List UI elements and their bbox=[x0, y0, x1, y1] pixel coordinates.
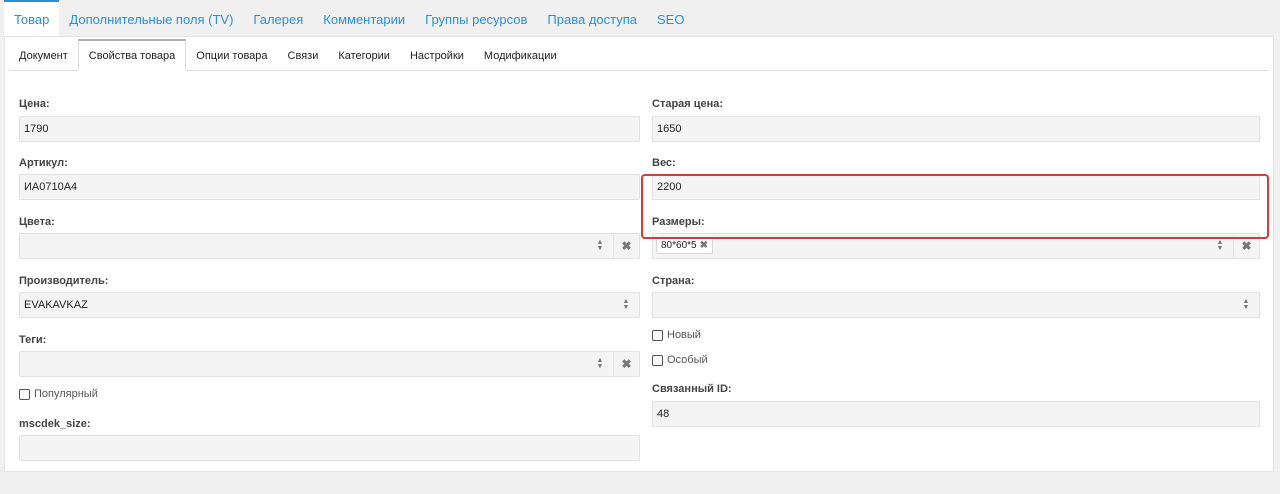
tags-dropdown-icon[interactable]: ▲ ▼ bbox=[589, 352, 611, 376]
price-label: Цена: bbox=[19, 98, 50, 110]
mscdek-size-label: mscdek_size: bbox=[19, 418, 91, 430]
popular-checkbox-row[interactable]: Популярный bbox=[19, 388, 98, 400]
tag-remove-icon[interactable]: ✖ bbox=[700, 240, 708, 251]
tab-resource-groups[interactable]: Группы ресурсов bbox=[415, 0, 537, 38]
special-label: Особый bbox=[667, 354, 708, 366]
tab-gallery[interactable]: Галерея bbox=[243, 0, 313, 38]
tab-access-rights[interactable]: Права доступа bbox=[537, 0, 647, 38]
arrow-down-icon: ▼ bbox=[1216, 245, 1224, 252]
colors-label: Цвета: bbox=[19, 216, 55, 228]
product-panel: Документ Свойства товара Опции товара Св… bbox=[4, 36, 1274, 472]
mscdek-size-input[interactable] bbox=[19, 435, 640, 461]
country-dropdown-icon[interactable]: ▲ ▼ bbox=[1235, 293, 1257, 317]
article-input[interactable]: ИА0710А4 bbox=[19, 174, 640, 200]
sub-tab-bar: Документ Свойства товара Опции товара Св… bbox=[9, 39, 567, 71]
size-tag-label: 80*60*5 bbox=[661, 240, 697, 251]
old-price-label: Старая цена: bbox=[652, 98, 724, 110]
tags-clear-icon[interactable]: ✖ bbox=[613, 352, 639, 376]
top-tab-bar: Товар Дополнительные поля (TV) Галерея К… bbox=[0, 0, 1280, 38]
special-checkbox[interactable] bbox=[652, 354, 663, 366]
subtab-modifications[interactable]: Модификации bbox=[473, 39, 567, 71]
tab-product[interactable]: Товар bbox=[4, 0, 60, 38]
country-select[interactable]: ▲ ▼ bbox=[652, 292, 1260, 318]
colors-clear-icon[interactable]: ✖ bbox=[613, 234, 639, 258]
special-checkbox-row[interactable]: Особый bbox=[652, 354, 708, 366]
old-price-input[interactable]: 1650 bbox=[652, 116, 1260, 142]
arrow-down-icon: ▼ bbox=[596, 363, 604, 370]
manufacturer-label: Производитель: bbox=[19, 275, 109, 287]
new-checkbox[interactable] bbox=[652, 329, 663, 341]
manufacturer-dropdown-icon[interactable]: ▲ ▼ bbox=[615, 293, 637, 317]
article-label: Артикул: bbox=[19, 157, 68, 169]
price-input[interactable]: 1790 bbox=[19, 116, 640, 142]
subtab-document[interactable]: Документ bbox=[9, 39, 78, 71]
tab-comments[interactable]: Комментарии bbox=[313, 0, 415, 38]
sizes-highlight-box bbox=[641, 174, 1269, 239]
subtab-categories[interactable]: Категории bbox=[328, 39, 400, 71]
subtab-product-properties[interactable]: Свойства товара bbox=[77, 39, 187, 71]
new-checkbox-row[interactable]: Новый bbox=[652, 329, 701, 341]
size-tag: 80*60*5 ✖ bbox=[656, 237, 713, 254]
colors-select[interactable]: ▲ ▼ ✖ bbox=[19, 233, 640, 259]
country-label: Страна: bbox=[652, 275, 695, 287]
tags-select[interactable]: ▲ ▼ ✖ bbox=[19, 351, 640, 377]
linked-id-input[interactable]: 48 bbox=[652, 401, 1260, 427]
subtab-settings[interactable]: Настройки bbox=[399, 39, 474, 71]
tab-tv-fields[interactable]: Дополнительные поля (TV) bbox=[59, 0, 243, 38]
tab-seo[interactable]: SEO bbox=[647, 0, 694, 38]
popular-label: Популярный bbox=[34, 388, 98, 400]
manufacturer-value: EVAKAVKAZ bbox=[24, 299, 88, 311]
colors-dropdown-icon[interactable]: ▲ ▼ bbox=[589, 234, 611, 258]
arrow-down-icon: ▼ bbox=[622, 304, 630, 311]
tags-label: Теги: bbox=[19, 334, 47, 346]
subtab-product-options[interactable]: Опции товара bbox=[186, 39, 278, 71]
arrow-down-icon: ▼ bbox=[1242, 304, 1250, 311]
new-label: Новый bbox=[667, 329, 701, 341]
linked-id-label: Связанный ID: bbox=[652, 383, 732, 395]
manufacturer-select[interactable]: EVAKAVKAZ ▲ ▼ bbox=[19, 292, 640, 318]
arrow-down-icon: ▼ bbox=[596, 245, 604, 252]
popular-checkbox[interactable] bbox=[19, 388, 30, 400]
subtab-links[interactable]: Связи bbox=[277, 39, 329, 71]
weight-label: Вес: bbox=[652, 157, 676, 169]
